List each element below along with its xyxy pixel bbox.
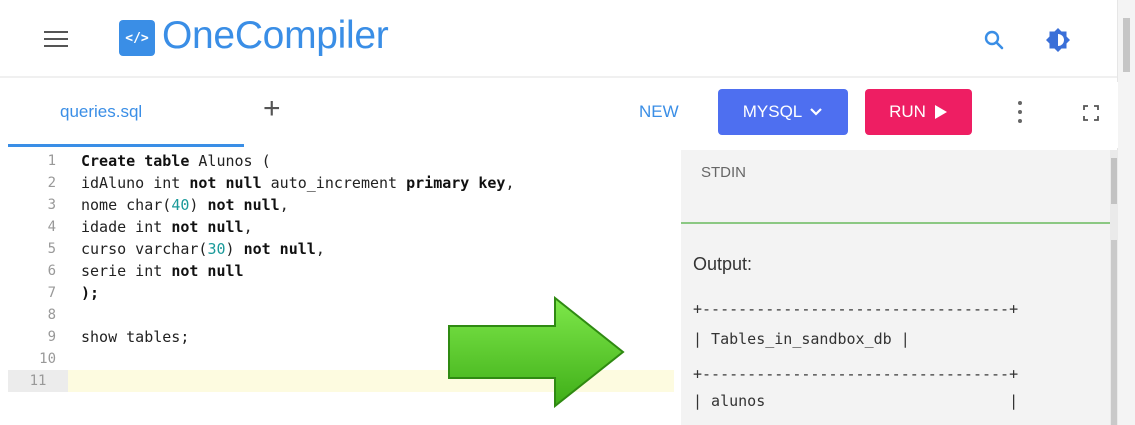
code-token: Alunos (: [189, 152, 271, 170]
output-line: | alunos |: [693, 392, 1019, 410]
editor-toolbar: queries.sql + NEW MYSQL RUN: [0, 82, 1118, 148]
code-text: serie int not null: [81, 260, 244, 282]
output-label: Output:: [693, 254, 753, 274]
fullscreen-icon[interactable]: [1083, 105, 1099, 121]
chevron-down-icon: [810, 108, 823, 116]
code-token: ,: [243, 218, 253, 236]
code-token: not null: [171, 218, 244, 236]
code-token: ): [225, 240, 244, 258]
code-text: nome char(40) not null,: [81, 194, 289, 216]
line-number: 9: [47, 329, 56, 345]
theme-toggle-icon[interactable]: [1045, 27, 1071, 53]
line-number: 3: [47, 197, 56, 213]
app-name[interactable]: OneCompiler: [162, 14, 389, 58]
code-line[interactable]: 1 Create table Alunos (: [8, 150, 674, 172]
code-token: not null: [207, 196, 280, 214]
code-token: );: [81, 284, 100, 302]
tab-queries-sql[interactable]: queries.sql: [60, 102, 142, 122]
code-token: curso varchar(: [81, 240, 208, 258]
io-panel: STDIN Output: +-------------------------…: [681, 150, 1118, 425]
code-token: ,: [315, 240, 325, 258]
green-arrow-icon: [448, 296, 625, 408]
code-line[interactable]: 5 curso varchar(30) not null,: [8, 238, 674, 260]
code-token: ,: [279, 196, 289, 214]
line-number: 1: [47, 153, 56, 169]
code-token: auto_increment: [261, 174, 407, 192]
search-icon[interactable]: [983, 29, 1005, 51]
page-scrollbar-thumb[interactable]: [1123, 18, 1130, 72]
line-number: 8: [47, 307, 56, 323]
run-label: RUN: [889, 102, 926, 121]
code-text: );: [81, 282, 99, 304]
code-text: show tables;: [81, 326, 189, 348]
code-token: primary key: [406, 174, 506, 192]
code-token: not null: [243, 240, 316, 258]
page-scrollbar[interactable]: [1117, 0, 1135, 425]
logo-icon: </>: [119, 20, 155, 56]
add-tab-button[interactable]: +: [263, 94, 281, 124]
output-line: +----------------------------------+: [693, 300, 1019, 318]
code-token: ): [189, 196, 208, 214]
language-label: MYSQL: [742, 102, 803, 121]
code-line[interactable]: 3 nome char(40) not null,: [8, 194, 674, 216]
code-token: 40: [171, 196, 190, 214]
new-button[interactable]: NEW: [639, 102, 679, 122]
line-number: 10: [39, 351, 56, 367]
line-number: 7: [47, 285, 56, 301]
line-number: 2: [47, 175, 56, 191]
output-line: | Tables_in_sandbox_db |: [693, 330, 910, 348]
code-line[interactable]: 2 idAluno int not null auto_increment pri…: [8, 172, 674, 194]
more-options-icon[interactable]: [1015, 99, 1025, 125]
stdin-scrollbar-thumb[interactable]: [1111, 158, 1117, 204]
code-token: ,: [505, 174, 515, 192]
header-divider: [0, 76, 1118, 78]
code-text: idAluno int not null auto_increment prim…: [81, 172, 515, 194]
app-header: </> OneCompiler: [0, 0, 1135, 78]
code-token: 30: [207, 240, 226, 258]
output-scrollbar-thumb[interactable]: [1111, 240, 1117, 425]
line-number: 6: [47, 263, 56, 279]
code-token: serie int: [81, 262, 172, 280]
hamburger-menu-icon[interactable]: [44, 31, 68, 49]
code-token: nome char(: [81, 196, 172, 214]
code-line[interactable]: 4 idade int not null,: [8, 216, 674, 238]
output-line: +----------------------------------+: [693, 365, 1019, 383]
stdin-divider[interactable]: [681, 222, 1118, 224]
code-line[interactable]: 6 serie int not null: [8, 260, 674, 282]
stdin-label: STDIN: [701, 164, 746, 181]
code-token: Create table: [81, 152, 190, 170]
code-token: idAluno int: [81, 174, 190, 192]
code-text: Create table Alunos (: [81, 150, 271, 172]
code-token: idade int: [81, 218, 172, 236]
active-tab-indicator: [8, 144, 244, 147]
code-text: idade int not null,: [81, 216, 253, 238]
play-icon: [934, 105, 947, 119]
io-panel-scrollbar[interactable]: [1110, 150, 1118, 425]
language-select-button[interactable]: MYSQL: [718, 89, 848, 135]
code-token: not null: [189, 174, 262, 192]
code-text: curso varchar(30) not null,: [81, 238, 325, 260]
code-token: show tables;: [81, 328, 190, 346]
line-number: 4: [47, 219, 56, 235]
line-number: 5: [47, 241, 56, 257]
line-number: 11: [8, 370, 68, 392]
code-token: not null: [171, 262, 244, 280]
run-button[interactable]: RUN: [865, 89, 972, 135]
